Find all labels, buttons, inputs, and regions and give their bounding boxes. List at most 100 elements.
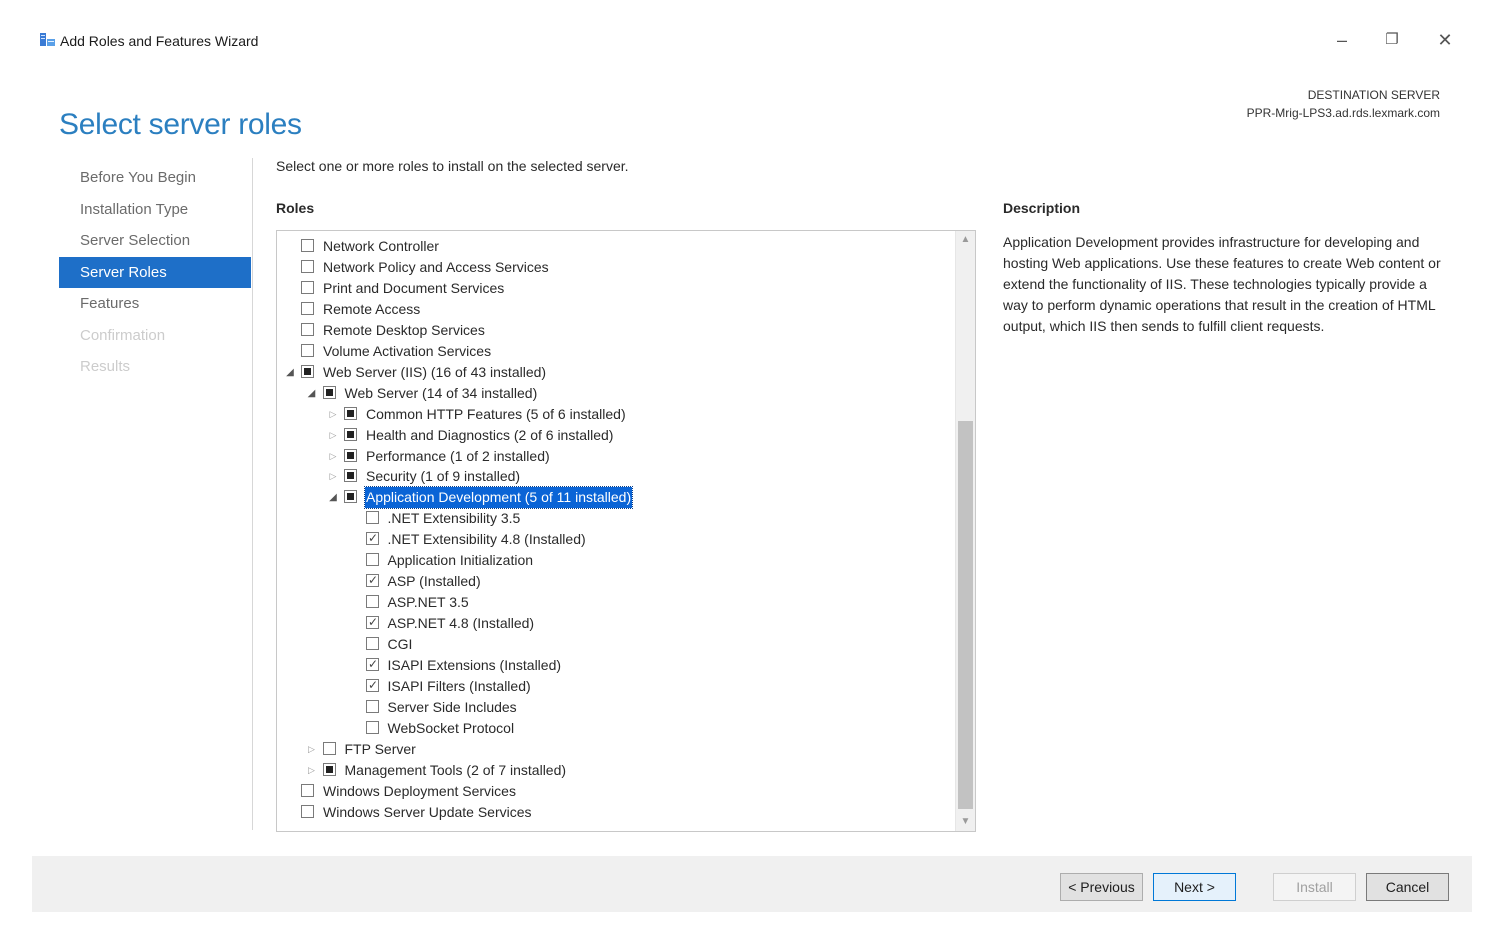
role-label[interactable]: Application Development (5 of 11 install… [363, 486, 634, 510]
nav-item-server-selection[interactable]: Server Selection [59, 225, 251, 257]
role-checkbox[interactable] [301, 301, 314, 315]
partial-check-icon [325, 765, 333, 773]
wizard-window: Add Roles and Features Wizard – ❐ ✕ Sele… [32, 22, 1472, 912]
page-title: Select server roles [59, 108, 302, 142]
nav-item-features[interactable]: Features [59, 288, 251, 320]
role-checkbox[interactable] [301, 364, 314, 378]
role-label[interactable]: ASP (Installed) [387, 571, 482, 592]
role-checkbox[interactable] [301, 783, 314, 797]
partial-check-icon [325, 388, 333, 396]
scroll-thumb[interactable] [958, 421, 973, 809]
role-label[interactable]: Health and Diagnostics (2 of 6 installed… [365, 425, 614, 446]
collapse-arrow-icon[interactable]: ◢ [306, 383, 318, 404]
expand-arrow-icon[interactable]: ▷ [306, 739, 318, 760]
role-checkbox[interactable] [344, 448, 357, 462]
restore-button[interactable]: ❐ [1374, 28, 1410, 52]
role-checkbox[interactable] [344, 469, 357, 483]
nav-divider [252, 158, 253, 830]
role-checkbox[interactable] [322, 762, 336, 776]
nav-item-before-you-begin[interactable]: Before You Begin [59, 162, 251, 194]
role-checkbox[interactable]: ✓ [365, 657, 379, 671]
partial-check-icon [304, 367, 311, 375]
previous-button[interactable]: < Previous [1060, 873, 1143, 901]
scroll-down-icon[interactable]: ▼ [956, 813, 975, 831]
wizard-nav: Before You Begin Installation Type Server … [59, 162, 251, 383]
role-label[interactable]: .NET Extensibility 3.5 [387, 508, 522, 529]
roles-tree[interactable]: Network Controller Network Policy and Acc… [276, 230, 976, 832]
nav-item-server-roles[interactable]: Server Roles [59, 256, 251, 288]
role-label[interactable]: Web Server (14 of 34 installed) [344, 383, 539, 404]
destination-server-info: DESTINATION SERVER PPR-Mrig-LPS3.ad.rds.… [1247, 86, 1440, 122]
role-checkbox[interactable]: ✓ [365, 677, 379, 692]
checkmark-icon: ✓ [367, 657, 379, 671]
next-button[interactable]: Next > [1153, 873, 1236, 901]
role-checkbox[interactable] [365, 511, 379, 525]
role-checkbox[interactable] [301, 239, 314, 252]
expand-arrow-icon[interactable]: ▷ [327, 425, 339, 446]
description-text: Application Development provides infrast… [1003, 234, 1441, 334]
expand-arrow-icon[interactable]: ▷ [327, 446, 339, 467]
role-label[interactable]: Security (1 of 9 installed) [365, 466, 521, 487]
close-button[interactable]: ✕ [1427, 28, 1463, 52]
checkmark-icon: ✓ [367, 677, 379, 692]
minimize-button[interactable]: – [1324, 28, 1360, 52]
collapse-arrow-icon[interactable]: ◢ [284, 362, 296, 383]
checkmark-icon: ✓ [367, 573, 379, 588]
destination-server-name: PPR-Mrig-LPS3.ad.rds.lexmark.com [1246, 106, 1440, 120]
role-label[interactable]: Windows Deployment Services [322, 781, 517, 802]
expand-arrow-icon[interactable]: ▷ [306, 760, 318, 781]
role-checkbox[interactable]: ✓ [365, 573, 379, 588]
role-label[interactable]: Network Controller [322, 236, 440, 257]
role-checkbox[interactable] [344, 427, 357, 441]
role-checkbox[interactable]: ✓ [365, 615, 379, 630]
role-checkbox[interactable] [301, 343, 314, 357]
cancel-button[interactable]: Cancel [1366, 873, 1449, 901]
role-label[interactable]: Remote Access [322, 299, 421, 320]
role-checkbox[interactable] [365, 699, 379, 713]
destination-label: DESTINATION SERVER [1307, 88, 1440, 102]
collapse-arrow-icon[interactable]: ◢ [327, 487, 339, 508]
role-checkbox[interactable] [365, 720, 379, 734]
roles-heading: Roles [276, 200, 315, 216]
role-checkbox[interactable] [344, 406, 357, 420]
role-checkbox[interactable] [322, 741, 336, 755]
role-label[interactable]: Common HTTP Features (5 of 6 installed) [365, 404, 627, 425]
role-label[interactable]: Application Initialization [387, 550, 535, 571]
role-checkbox[interactable] [365, 553, 379, 567]
role-checkbox[interactable] [301, 280, 314, 294]
role-label[interactable]: WebSocket Protocol [387, 718, 516, 739]
title-bar: Add Roles and Features Wizard – ❐ ✕ [32, 22, 1472, 58]
role-label[interactable]: Remote Desktop Services [322, 320, 486, 341]
role-checkbox[interactable] [301, 804, 314, 818]
role-checkbox[interactable]: ✓ [365, 531, 379, 546]
role-checkbox[interactable] [365, 637, 379, 651]
checkmark-icon: ✓ [367, 531, 379, 546]
role-label[interactable]: ISAPI Extensions (Installed) [387, 655, 563, 676]
role-label[interactable]: ASP.NET 4.8 (Installed) [387, 613, 536, 634]
role-label[interactable]: ISAPI Filters (Installed) [387, 676, 532, 697]
role-label[interactable]: .NET Extensibility 4.8 (Installed) [387, 529, 587, 550]
role-label[interactable]: Performance (1 of 2 installed) [365, 446, 551, 467]
role-checkbox[interactable] [365, 595, 379, 609]
role-checkbox[interactable] [344, 490, 357, 504]
role-label[interactable]: Volume Activation Services [322, 341, 492, 362]
role-label[interactable]: Web Server (IIS) (16 of 43 installed) [322, 362, 547, 383]
role-checkbox[interactable] [322, 385, 336, 399]
role-label[interactable]: Management Tools (2 of 7 installed) [344, 760, 568, 781]
nav-item-installation-type[interactable]: Installation Type [59, 194, 251, 226]
expand-arrow-icon[interactable]: ▷ [327, 404, 339, 425]
role-label[interactable]: ASP.NET 3.5 [387, 592, 470, 613]
scroll-up-icon[interactable]: ▲ [956, 231, 975, 249]
role-label[interactable]: Windows Server Update Services [322, 802, 533, 823]
expand-arrow-icon[interactable]: ▷ [327, 466, 339, 487]
roles-scrollbar[interactable]: ▲ ▼ [955, 231, 975, 831]
nav-item-results: Results [80, 358, 131, 375]
role-label[interactable]: Print and Document Services [322, 278, 505, 299]
role-checkbox[interactable] [301, 259, 314, 273]
minimize-icon: – [1336, 30, 1347, 50]
role-checkbox[interactable] [301, 322, 314, 336]
role-label[interactable]: Server Side Includes [387, 697, 518, 718]
role-label[interactable]: Network Policy and Access Services [322, 257, 550, 278]
role-label[interactable]: CGI [387, 634, 414, 655]
role-label[interactable]: FTP Server [344, 739, 417, 760]
